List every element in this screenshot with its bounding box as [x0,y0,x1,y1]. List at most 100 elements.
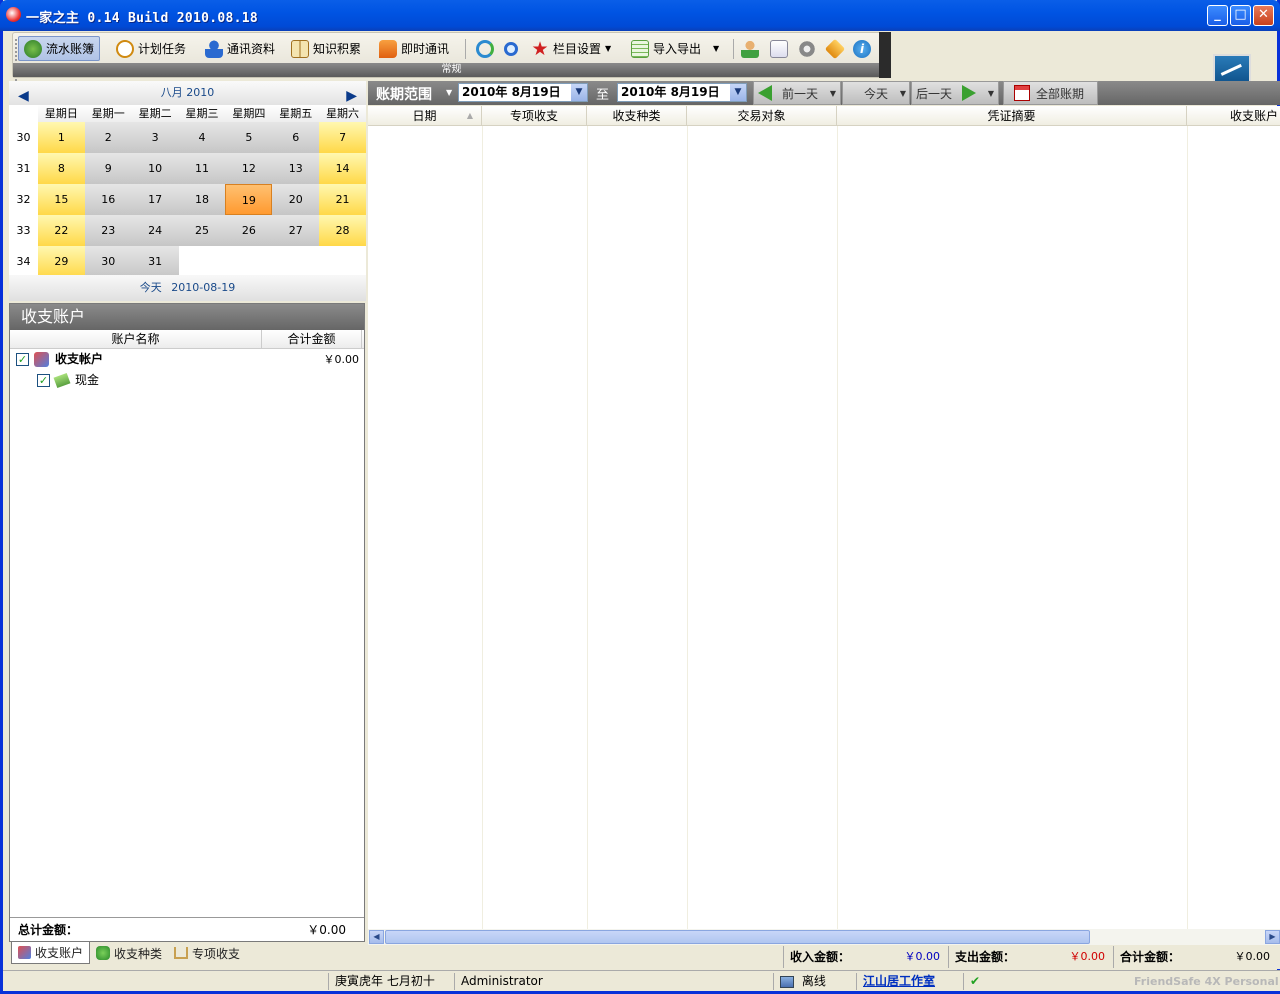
column-account-name[interactable]: 账户名称 [10,330,262,348]
messenger-label: 即时通讯 [401,42,450,56]
calendar-today-footer[interactable]: 今天 2010-08-19 [9,275,366,301]
income-summary: 收入金额： ￥0.00 [783,946,948,968]
offline-icon [780,975,794,988]
week-number: 33 [16,224,31,237]
column-counterparty[interactable]: 交易对象 [687,106,837,125]
calendar-day[interactable]: 23 [84,215,132,246]
user-settings-button[interactable] [736,36,768,61]
column-settings-button[interactable]: ★ 栏目设置 ▼ [526,36,616,61]
prev-month-icon[interactable]: ◀ [18,84,29,108]
connection-status: 离线 [773,973,853,990]
calendar-day[interactable]: 5 [225,122,273,153]
maximize-button[interactable]: □ [1230,5,1251,26]
today-button[interactable]: 今天 ▼ [842,81,910,105]
right-arrow-icon [962,85,977,101]
ledger-table-body[interactable] [368,126,1280,929]
book-icon [291,39,309,58]
start-date-picker[interactable]: 2010年 8月19日 ▼ [458,83,588,102]
prev-day-button[interactable]: 前一天 ▼ [753,81,841,105]
tab-accounts[interactable]: 收支账户 [11,942,91,964]
search-button[interactable] [499,36,527,61]
import-export-label: 导入导出 [653,42,702,56]
diamond-icon [824,38,846,59]
calendar-day[interactable]: 8 [38,153,85,184]
chevron-down-icon[interactable]: ▼ [730,84,746,101]
account-row[interactable]: ✓ 收支帐户 ￥0.00 [10,349,364,370]
end-date-picker[interactable]: 2010年 8月19日 ▼ [617,83,747,102]
column-date[interactable]: 日期 ▲ [368,106,482,125]
import-export-button[interactable]: 导入导出 ▼ [626,36,724,61]
calendar-day[interactable]: 14 [319,153,366,184]
ledger-button[interactable]: 流水账簿 [18,36,101,61]
calendar-day[interactable]: 31 [131,246,179,277]
minimize-button[interactable]: _ [1207,5,1228,26]
expense-summary: 支出金额： ￥0.00 [948,946,1113,968]
all-periods-button[interactable]: 全部账期 [1003,81,1098,105]
about-button[interactable]: i [848,36,880,61]
calendar-day[interactable]: 3 [131,122,179,153]
calendar-day[interactable]: 6 [272,122,320,153]
calendar-day[interactable]: 17 [131,184,179,215]
column-account[interactable]: 收支账户 [1187,106,1280,125]
calendar-day[interactable]: 28 [319,215,366,246]
weekday-label: 星期四 [232,107,266,120]
column-summary[interactable]: 凭证摘要 [837,106,1187,125]
calendar-day[interactable]: 7 [319,122,366,153]
messenger-button[interactable]: 即时通讯 [374,36,454,61]
week-number: 30 [16,131,31,144]
range-to-label: 至 [596,88,610,103]
calendar-day[interactable]: 10 [131,153,179,184]
column-special[interactable]: 专项收支 [482,106,587,125]
calendar-day[interactable]: 2 [84,122,132,153]
calendar-day[interactable]: 26 [225,215,273,246]
calendar-empty-cell [272,246,320,277]
refresh-icon [476,39,494,58]
scroll-left-icon[interactable]: ◀ [369,930,384,944]
next-day-button[interactable]: 后一天 ▼ [911,81,999,105]
knowledge-button[interactable]: 知识积累 [286,36,366,61]
calendar-day[interactable]: 21 [319,184,366,215]
calendar-day[interactable]: 4 [178,122,226,153]
toolbar-group-label: 常规 [13,63,890,77]
calendar-day[interactable]: 12 [225,153,273,184]
studio-link[interactable]: 江山居工作室 [856,973,961,990]
scroll-right-icon[interactable]: ▶ [1265,930,1280,944]
calendar-day[interactable]: 9 [84,153,132,184]
column-divider [687,126,688,929]
account-checkbox[interactable]: ✓ [16,353,29,366]
contacts-button[interactable]: 通讯资料 [200,36,280,61]
calendar-day[interactable]: 25 [178,215,226,246]
calendar-day[interactable]: 11 [178,153,226,184]
calendar-header: ◀ 八月 2010 ▶ [9,81,366,105]
calendar-day[interactable]: 18 [178,184,226,215]
plan-task-button[interactable]: 计划任务 [111,36,191,61]
chevron-down-icon[interactable]: ▼ [446,88,452,97]
calendar-day[interactable]: 22 [38,215,85,246]
calendar-day[interactable]: 16 [84,184,132,215]
close-button[interactable]: ✕ [1253,5,1274,26]
calendar-day[interactable]: 29 [38,246,85,277]
account-row[interactable]: ✓ 现金 [10,370,364,391]
expense-label: 支出金额： [955,950,1016,964]
calendar-day[interactable]: 19 [225,184,273,215]
calendar-day[interactable]: 15 [38,184,85,215]
tab-categories[interactable]: 收支种类 [90,942,168,964]
calendar-day[interactable]: 27 [272,215,320,246]
column-divider [1187,126,1188,929]
calendar-day[interactable]: 1 [38,122,85,153]
calendar-day[interactable]: 13 [272,153,320,184]
column-account-total[interactable]: 合计金额 [262,330,362,348]
calendar-day[interactable]: 30 [84,246,132,277]
app-icon[interactable] [6,7,21,22]
summary-bar: 收入金额： ￥0.00 支出金额： ￥0.00 合计金额： ￥0.00 [368,945,1280,969]
tab-special[interactable]: 专项收支 [168,942,246,964]
column-category[interactable]: 收支种类 [587,106,687,125]
chevron-down-icon[interactable]: ▼ [571,84,587,101]
horizontal-scrollbar[interactable]: ◀ ▶ [368,929,1280,945]
scroll-thumb[interactable] [385,930,1090,944]
calendar-day[interactable]: 24 [131,215,179,246]
calendar-day[interactable]: 20 [272,184,320,215]
info-icon: i [853,39,871,58]
range-label: 账期范围 [376,87,432,103]
account-checkbox[interactable]: ✓ [37,374,50,387]
